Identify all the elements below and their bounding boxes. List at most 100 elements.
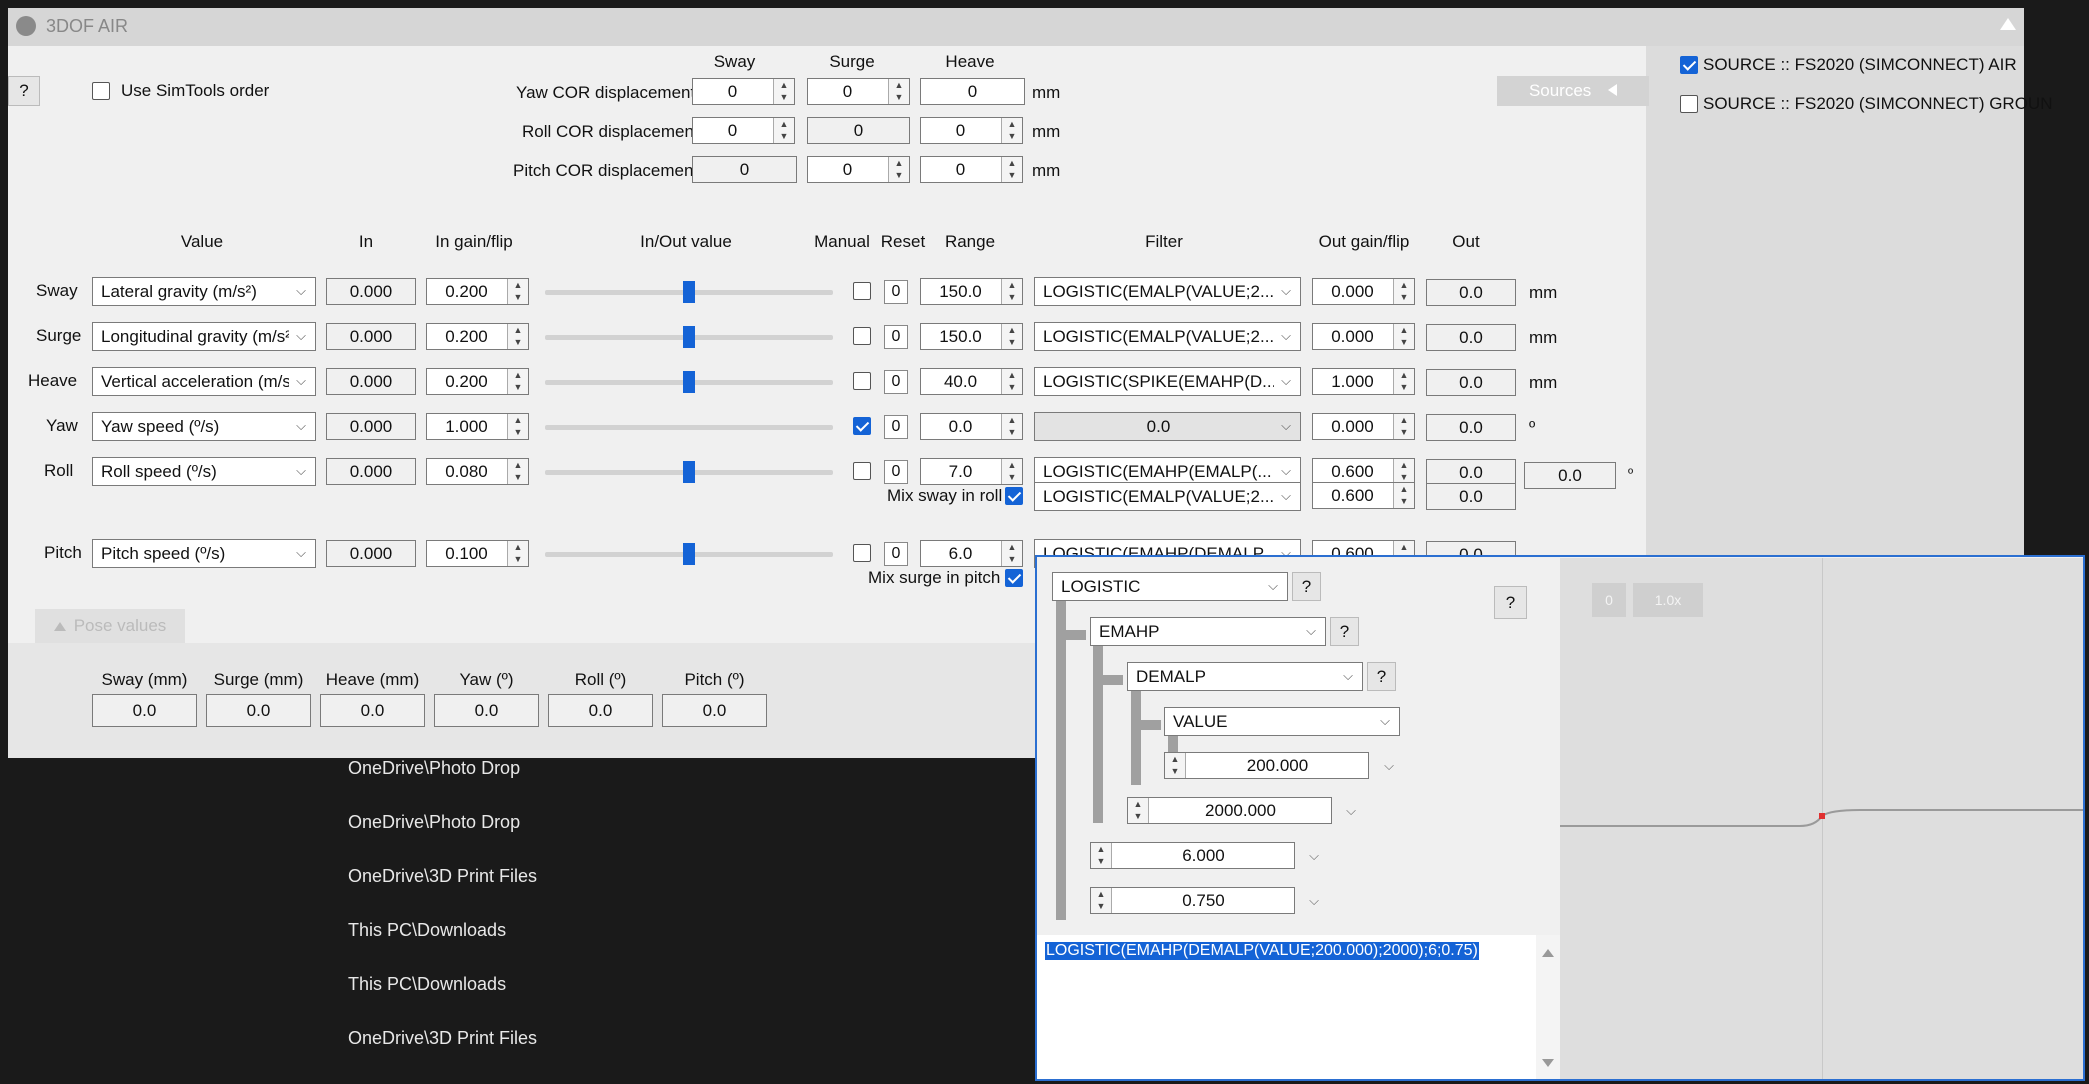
expression-scrollbar[interactable] [1536, 935, 1560, 1079]
roll-in-gain-stepper[interactable]: 0.080 ▲ ▼ [426, 458, 529, 485]
roll-slider-thumb[interactable] [683, 461, 695, 483]
logistic-param-1-stepper[interactable]: ▲ ▼ 6.000 [1090, 842, 1295, 869]
roll-value-select[interactable]: Roll speed (º/s) ⌵ [92, 457, 316, 486]
pose-label: Sway (mm) [101, 670, 188, 689]
bg-list-item[interactable]: OneDrive\Photo Drop [348, 812, 520, 833]
roll-cor-sway-stepper[interactable]: 0 ▲ ▼ [692, 117, 795, 144]
pose-label: Roll (º) [574, 670, 627, 689]
help-button[interactable]: ? [8, 76, 40, 106]
pitch-slider-thumb[interactable] [683, 543, 695, 565]
chevron-down-icon[interactable]: ⌵ [1303, 842, 1325, 869]
scroll-up-icon[interactable] [1542, 949, 1554, 957]
bg-list-item[interactable]: This PC\Downloads [348, 920, 506, 941]
heave-in-gain-stepper[interactable]: 0.200 ▲ ▼ [426, 368, 529, 395]
expression-textbox[interactable]: LOGISTIC(EMAHP(DEMALP(VALUE;200.000);200… [1037, 935, 1560, 1079]
pitch-manual-checkbox[interactable] [853, 544, 871, 562]
yaw-cor-heave-field[interactable]: 0 [920, 78, 1025, 105]
scroll-down-icon[interactable] [1542, 1059, 1554, 1067]
sway-slider-thumb[interactable] [683, 281, 695, 303]
surge-value-select[interactable]: Longitudinal gravity (m/s² ⌵ [92, 322, 316, 351]
bg-list-item[interactable]: OneDrive\3D Print Files [348, 866, 537, 887]
yaw-cor-sway-stepper[interactable]: 0 ▲ ▼ [692, 78, 795, 105]
roll-out-gain-stepper[interactable]: 0.600 ▲ ▼ [1312, 458, 1415, 485]
mix-surge-checkbox[interactable] [1005, 569, 1023, 587]
pitch-value-select[interactable]: Pitch speed (º/s) ⌵ [92, 539, 316, 568]
pitch-cor-heave-stepper[interactable]: 0 ▲ ▼ [920, 156, 1023, 183]
filter-node-demalp-select[interactable]: DEMALP ⌵ [1127, 662, 1363, 691]
heave-in-field: 0.000 [326, 368, 416, 395]
pitch-reset-button[interactable]: 0 [884, 542, 908, 566]
heave-manual-checkbox[interactable] [853, 372, 871, 390]
surge-in-gain-stepper[interactable]: 0.200 ▲ ▼ [426, 323, 529, 350]
chevron-down-icon[interactable]: ⌵ [1303, 887, 1325, 914]
sway-manual-checkbox[interactable] [853, 282, 871, 300]
filter-node-emahp-select[interactable]: EMAHP ⌵ [1090, 617, 1326, 646]
source-ground-checkbox[interactable] [1680, 95, 1698, 113]
roll-cor-heave-stepper[interactable]: 0 ▲ ▼ [920, 117, 1023, 144]
heave-out-gain-stepper[interactable]: 1.000 ▲ ▼ [1312, 368, 1415, 395]
filter-outer-help-button[interactable]: ? [1494, 586, 1527, 619]
app-icon [16, 16, 36, 36]
demalp-param-stepper[interactable]: ▲ ▼ 200.000 [1164, 752, 1369, 779]
roll-manual-checkbox[interactable] [853, 462, 871, 480]
pitch-cor-surge-stepper[interactable]: 0 ▲ ▼ [807, 156, 910, 183]
bg-list-item[interactable]: OneDrive\Photo Drop [348, 758, 520, 779]
surge-out-gain-stepper[interactable]: 0.000 ▲ ▼ [1312, 323, 1415, 350]
roll-range-stepper[interactable]: 7.0 ▲ ▼ [920, 458, 1023, 485]
heave-range-stepper[interactable]: 40.0 ▲ ▼ [920, 368, 1023, 395]
mix-sway-filter-select[interactable]: LOGISTIC(EMALP(VALUE;2... ⌵ [1034, 482, 1301, 511]
tree-line [1056, 630, 1086, 640]
pose-label: Heave (mm) [325, 670, 420, 689]
heave-reset-button[interactable]: 0 [884, 370, 908, 394]
surge-filter-select[interactable]: LOGISTIC(EMALP(VALUE;2... ⌵ [1034, 322, 1301, 351]
surge-slider-thumb[interactable] [683, 326, 695, 348]
roll-reset-button[interactable]: 0 [884, 460, 908, 484]
surge-range-stepper[interactable]: 150.0 ▲ ▼ [920, 323, 1023, 350]
heave-filter-select[interactable]: LOGISTIC(SPIKE(EMAHP(D... ⌵ [1034, 367, 1301, 396]
logistic-param-2-stepper[interactable]: ▲ ▼ 0.750 [1090, 887, 1295, 914]
pitch-range-stepper[interactable]: 6.0 ▲ ▼ [920, 540, 1023, 567]
heave-out-field: 0.0 [1426, 369, 1516, 396]
sway-filter-select[interactable]: LOGISTIC(EMALP(VALUE;2... ⌵ [1034, 277, 1301, 306]
emahp-param-stepper[interactable]: ▲ ▼ 2000.000 [1127, 797, 1332, 824]
sources-button[interactable]: Sources [1497, 76, 1649, 106]
header-manual: Manual [814, 232, 870, 251]
pose-values-toggle[interactable]: Pose values [35, 609, 185, 643]
heave-value-select[interactable]: Vertical acceleration (m/s² ⌵ [92, 367, 316, 396]
sway-out-gain-stepper[interactable]: 0.000 ▲ ▼ [1312, 278, 1415, 305]
yaw-manual-checkbox[interactable] [853, 417, 871, 435]
yaw-filter-select[interactable]: 0.0 ⌵ [1034, 412, 1301, 441]
yaw-range-stepper[interactable]: 0.0 ▲ ▼ [920, 413, 1023, 440]
mix-sway-out-gain-stepper[interactable]: 0.600 ▲ ▼ [1312, 482, 1415, 509]
surge-manual-checkbox[interactable] [853, 327, 871, 345]
sway-range-stepper[interactable]: 150.0 ▲ ▼ [920, 278, 1023, 305]
filter-node-help-button[interactable]: ? [1292, 572, 1321, 601]
filter-node-logistic-select[interactable]: LOGISTIC ⌵ [1052, 572, 1288, 601]
bg-list-item[interactable]: OneDrive\3D Print Files [348, 1028, 537, 1049]
chevron-down-icon[interactable]: ⌵ [1340, 797, 1362, 824]
yaw-cor-surge-stepper[interactable]: 0 ▲ ▼ [807, 78, 910, 105]
chevron-down-icon[interactable]: ⌵ [1378, 752, 1400, 779]
yaw-out-gain-stepper[interactable]: 0.000 ▲ ▼ [1312, 413, 1415, 440]
pitch-in-gain-stepper[interactable]: 0.100 ▲ ▼ [426, 540, 529, 567]
filter-node-help-button[interactable]: ? [1367, 662, 1396, 691]
pose-value-field: 0.0 [434, 694, 539, 727]
use-simtools-checkbox[interactable] [92, 82, 110, 100]
mix-sway-checkbox[interactable] [1005, 487, 1023, 505]
bg-list-item[interactable]: This PC\Downloads [348, 974, 506, 995]
yaw-value-select[interactable]: Yaw speed (º/s) ⌵ [92, 412, 316, 441]
heave-slider-thumb[interactable] [683, 371, 695, 393]
sway-in-gain-stepper[interactable]: 0.200 ▲ ▼ [426, 278, 529, 305]
yaw-in-gain-stepper[interactable]: 1.000 ▲ ▼ [426, 413, 529, 440]
chevron-down-icon: ⌵ [1281, 283, 1291, 298]
sway-value-select[interactable]: Lateral gravity (m/s²) ⌵ [92, 277, 316, 306]
yaw-reset-button[interactable]: 0 [884, 415, 908, 439]
cor-unit: mm [1032, 83, 1061, 102]
filter-node-value-select[interactable]: VALUE ⌵ [1164, 707, 1400, 736]
filter-node-help-button[interactable]: ? [1330, 617, 1359, 646]
collapse-up-icon[interactable] [2000, 18, 2016, 30]
surge-reset-button[interactable]: 0 [884, 325, 908, 349]
source-air-checkbox[interactable] [1680, 56, 1698, 74]
yaw-inout-slider[interactable] [545, 425, 833, 430]
sway-reset-button[interactable]: 0 [884, 280, 908, 304]
